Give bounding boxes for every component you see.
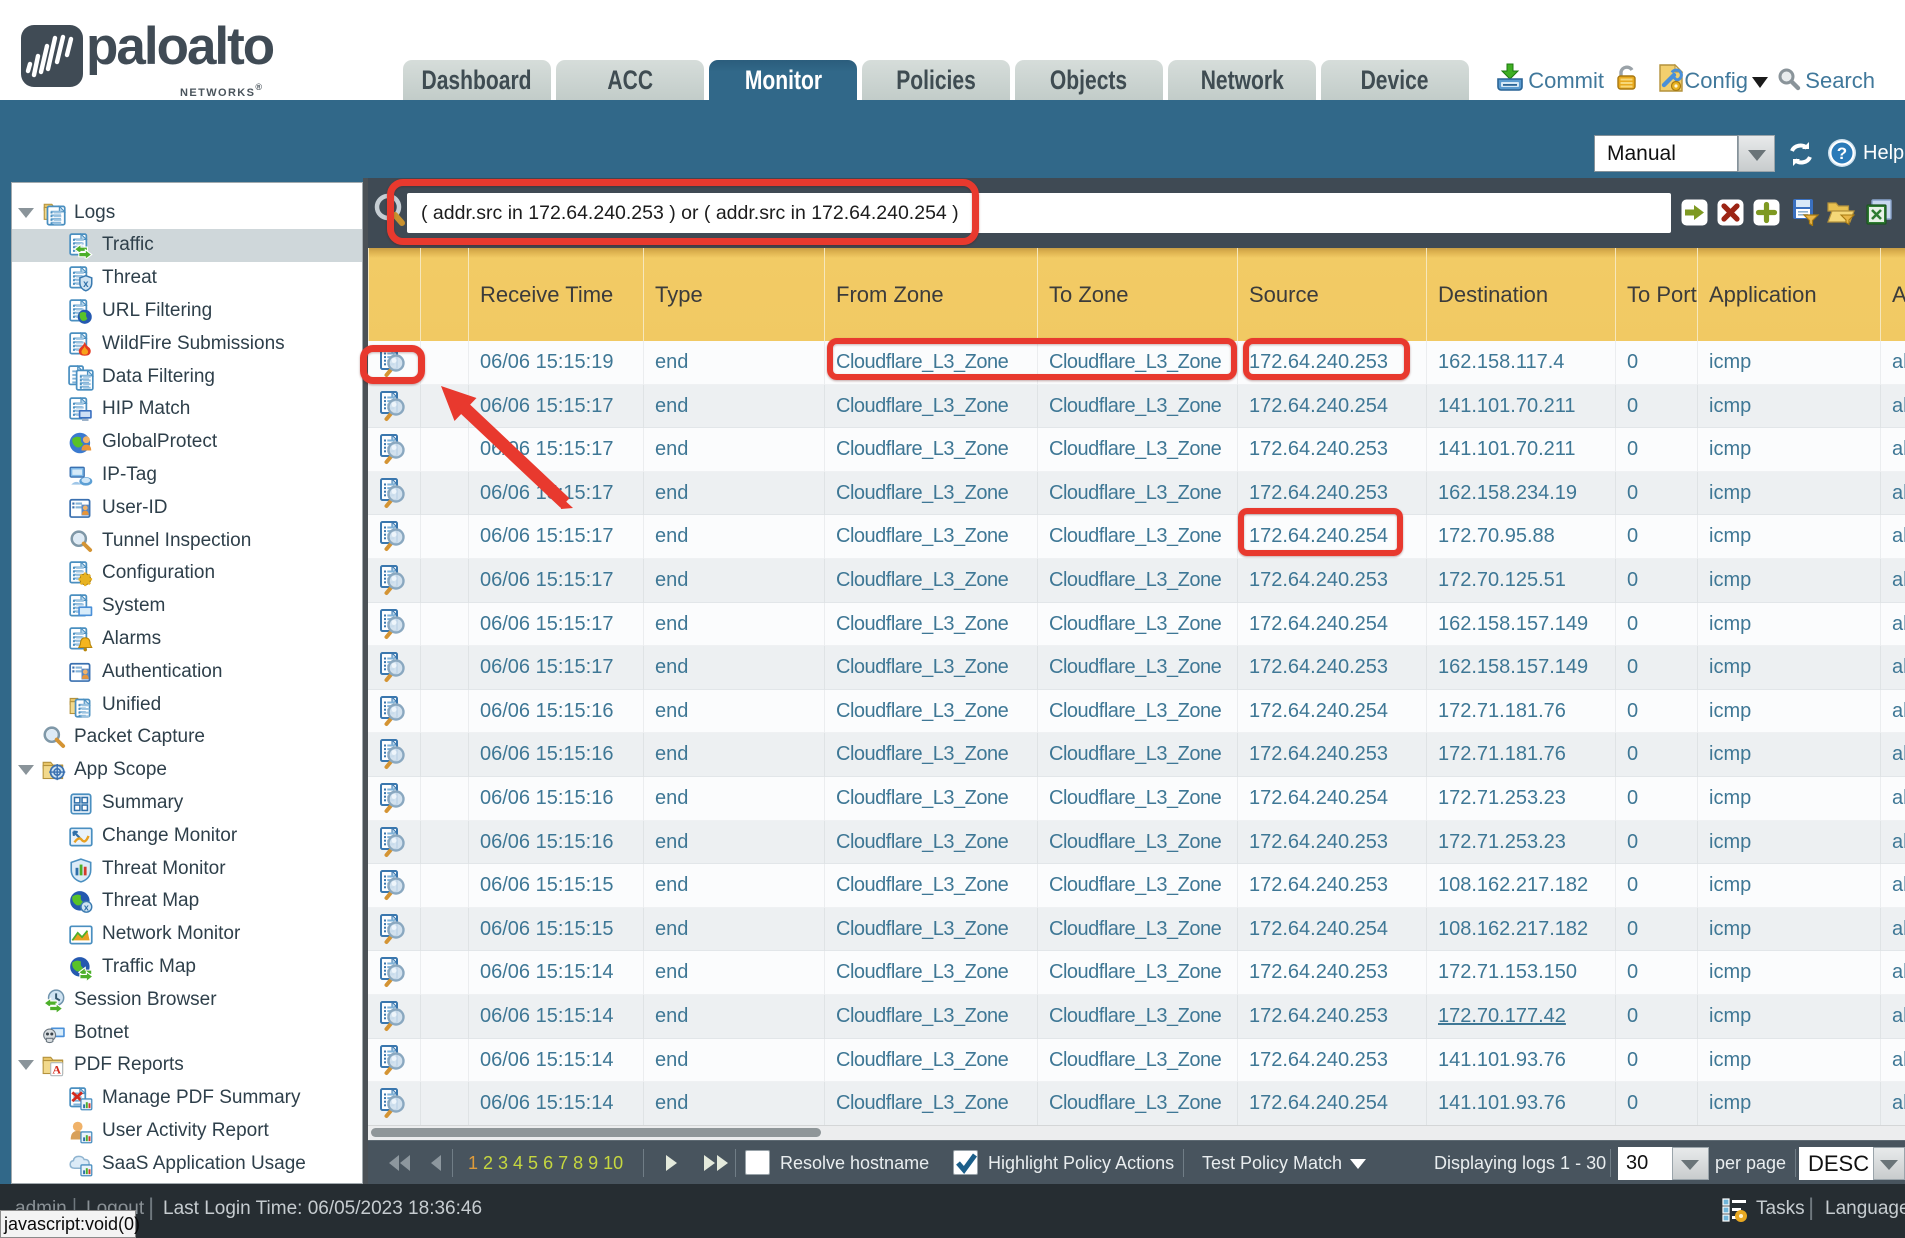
svg-text:A: A [52,1063,61,1077]
svg-text:x: x [84,903,90,913]
svg-text:x: x [83,279,89,290]
svg-text:?: ? [1837,144,1847,163]
